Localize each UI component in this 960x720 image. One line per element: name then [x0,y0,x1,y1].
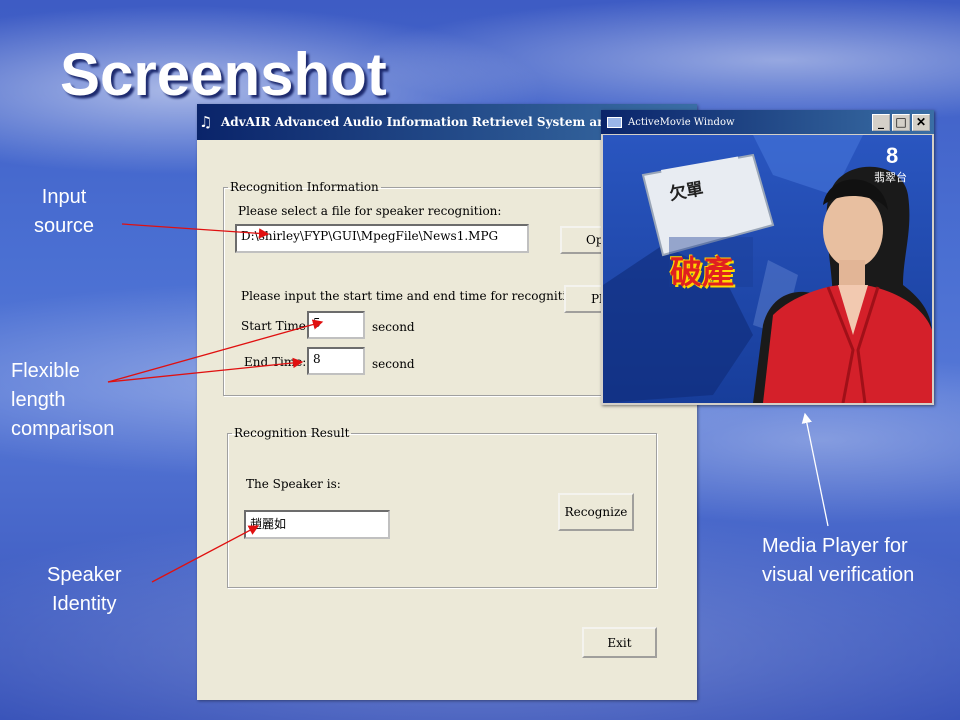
end-time-arrow [107,357,304,383]
media-player-arrow [801,412,829,527]
input-source-note: Input source [34,186,95,237]
flexible-length-note: Flexible length comparison [11,360,115,440]
speaker-identity-note: Speaker Identity [47,564,122,615]
input-source-arrow [121,223,270,239]
speaker-identity-arrow [151,525,260,583]
media-player-note: Media Player for visual verification [762,535,915,586]
start-time-arrow [107,319,324,383]
annotation-arrows [107,223,829,583]
